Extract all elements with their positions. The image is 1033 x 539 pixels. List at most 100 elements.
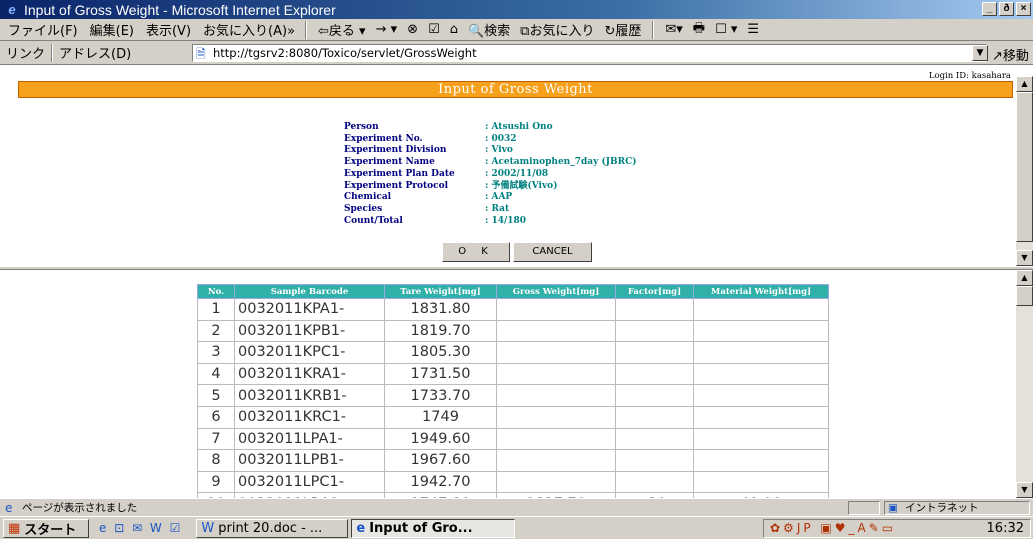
info-row: Experiment Plan Date: 2002/11/08 <box>344 169 637 181</box>
cell-no: 6 <box>197 405 235 429</box>
lower-frame: No. Sample Barcode Tare Weight[mg] Gross… <box>0 270 1033 498</box>
scroll-down-icon[interactable]: ▼ <box>1016 250 1033 266</box>
info-label: Experiment No. <box>344 133 423 144</box>
col-header-no: No. <box>197 284 235 299</box>
scroll-up-icon[interactable]: ▲ <box>1016 270 1033 286</box>
lower-scrollbar[interactable]: ▲ ▼ <box>1016 270 1033 498</box>
cell-barcode: 0032011LPA1- <box>234 427 385 451</box>
quick-launch-icons[interactable]: e ⊡ ✉ W ☑ <box>99 521 182 535</box>
discuss-icon[interactable]: ☰ <box>747 22 759 37</box>
forward-button[interactable]: → ▾ <box>376 22 398 37</box>
cell-material[interactable] <box>693 405 829 429</box>
links-label[interactable]: リンク <box>6 43 45 62</box>
cell-no: 4 <box>197 362 235 386</box>
toolbar-separator <box>305 20 308 39</box>
windows-logo-icon: ▦ <box>8 520 21 536</box>
info-row: Person: Atsushi Ono <box>344 122 637 134</box>
col-header-gross: Gross Weight[mg] <box>496 284 616 299</box>
cell-barcode: 0032011KRA1- <box>234 362 385 386</box>
restore-button[interactable]: ð <box>999 2 1014 16</box>
upper-frame: Login ID: kasahara Input of Gross Weight… <box>0 66 1033 266</box>
favorites-button[interactable]: ⧉お気に入り <box>520 20 594 39</box>
cell-gross[interactable] <box>496 427 616 451</box>
scroll-up-icon[interactable]: ▲ <box>1016 76 1033 92</box>
cell-factor[interactable] <box>615 405 694 429</box>
info-label: Count/Total <box>344 215 403 226</box>
refresh-icon[interactable]: ☑ <box>428 22 440 37</box>
cell-material[interactable] <box>693 362 829 386</box>
zone-text: イントラネット <box>905 502 979 514</box>
address-input[interactable]: 🗎 http://tgsrv2:8080/Toxico/servlet/Gros… <box>192 44 987 62</box>
cell-material[interactable] <box>693 384 829 407</box>
info-value: : 2002/11/08 <box>485 168 549 179</box>
ok-button[interactable]: O K <box>442 242 510 262</box>
cell-gross[interactable] <box>496 362 616 386</box>
cell-factor[interactable] <box>615 298 694 321</box>
taskbar-item-print-doc[interactable]: W print 20.doc - ... <box>196 518 349 538</box>
cell-factor[interactable] <box>615 427 694 451</box>
print-icon[interactable]: 🖶 <box>693 19 705 41</box>
cell-gross[interactable] <box>496 470 616 494</box>
start-label: スタート <box>24 522 77 538</box>
go-button[interactable]: ↗移動 <box>992 45 1029 64</box>
back-button[interactable]: ⇦戻る ▾ <box>318 20 366 39</box>
minimize-button[interactable]: _ <box>982 2 997 16</box>
word-icon: W <box>201 520 215 536</box>
info-label: Experiment Division <box>344 145 447 156</box>
cell-factor[interactable] <box>615 341 694 364</box>
cell-material[interactable] <box>693 319 829 343</box>
mail-icon[interactable]: ✉▾ <box>665 22 682 37</box>
login-id: Login ID: kasahara <box>928 71 1011 81</box>
cell-material[interactable] <box>693 470 829 494</box>
cell-gross[interactable] <box>496 298 616 321</box>
cell-factor[interactable] <box>615 384 694 407</box>
search-button[interactable]: 🔍検索 <box>468 20 510 39</box>
cell-material[interactable] <box>693 427 829 451</box>
cell-no: 7 <box>197 427 235 451</box>
cell-gross[interactable] <box>496 341 616 364</box>
cell-material[interactable] <box>693 449 829 472</box>
col-header-factor: Factor[mg] <box>615 284 694 299</box>
cell-tare: 1967.60 <box>384 449 497 472</box>
scroll-thumb[interactable] <box>1016 286 1033 306</box>
stop-icon[interactable]: ⊗ <box>407 22 418 37</box>
cell-barcode: 0032011KRB1- <box>234 384 385 407</box>
cell-gross[interactable] <box>496 449 616 472</box>
cell-factor[interactable] <box>615 362 694 386</box>
tray-icons[interactable]: ✿⚙JP ▣♥_A✎▭ <box>770 521 896 535</box>
cell-barcode: 0032011KPB1- <box>234 319 385 343</box>
upper-scrollbar[interactable]: ▲ ▼ <box>1016 76 1033 266</box>
address-dropdown-icon[interactable]: ▼ <box>972 45 988 61</box>
cell-gross[interactable] <box>496 319 616 343</box>
menu-view[interactable]: 表示(V) <box>146 20 191 39</box>
menu-file[interactable]: ファイル(F) <box>8 20 78 39</box>
status-pane <box>848 501 880 515</box>
cell-factor[interactable] <box>615 319 694 343</box>
table-row: 3 0032011KPC1- 1805.30 <box>197 341 829 364</box>
cell-no: 2 <box>197 319 235 343</box>
info-label: Chemical <box>344 192 392 203</box>
cell-factor[interactable] <box>615 470 694 494</box>
cell-factor[interactable] <box>615 449 694 472</box>
cell-material[interactable] <box>693 298 829 321</box>
history-button[interactable]: ↻履歴 <box>604 20 641 39</box>
info-row: Count/Total: 14/180 <box>344 216 637 228</box>
title-bar: e Input of Gross Weight - Microsoft Inte… <box>0 0 1033 19</box>
scroll-thumb[interactable] <box>1016 92 1033 242</box>
home-icon[interactable]: ⌂ <box>450 22 458 37</box>
cell-gross[interactable] <box>496 384 616 407</box>
menu-edit[interactable]: 編集(E) <box>90 20 134 39</box>
info-value: : 0032 <box>485 133 517 144</box>
start-button[interactable]: ▦ スタート <box>3 518 89 538</box>
info-value: : Atsushi Ono <box>485 122 553 132</box>
cell-no: 9 <box>197 470 235 494</box>
menu-favorites[interactable]: お気に入り(A)» <box>203 20 295 39</box>
cell-gross[interactable] <box>496 405 616 429</box>
cancel-button[interactable]: CANCEL <box>513 242 592 262</box>
taskbar-item-input-gross[interactable]: e Input of Gro... <box>351 518 516 538</box>
edit-icon[interactable]: ☐ ▾ <box>715 22 737 37</box>
scroll-down-icon[interactable]: ▼ <box>1016 482 1033 498</box>
cell-tare: 1942.70 <box>384 470 497 494</box>
close-button[interactable]: × <box>1016 2 1031 16</box>
cell-material[interactable] <box>693 341 829 364</box>
